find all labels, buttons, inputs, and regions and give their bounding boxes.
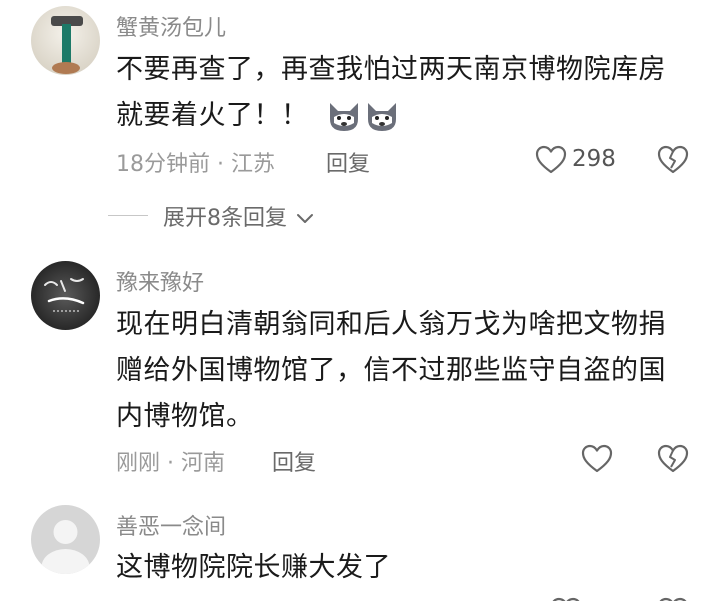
comment-text-line: 内博物馆。 [116,401,254,432]
avatar[interactable] [31,505,100,574]
comment-text: 不要再查了，再查我怕过两天南京博物院库房 就要着火了！！ [116,47,706,139]
comment-text: 现在明白清朝翁同和后人翁万戈为啥把文物捐 赠给外国博物馆了，信不过那些监守自盗的… [116,302,706,440]
comment-list: 蟹黄汤包儿 不要再查了，再查我怕过两天南京博物院库房 就要着火了！！ 18分钟前… [0,0,720,601]
username[interactable]: 蟹黄汤包儿 [116,10,226,42]
username[interactable]: 豫来豫好 [116,265,204,297]
comment-text-line: 就要着火了！！ [116,93,706,139]
default-user-avatar-image [31,505,100,574]
hammer-avatar-image [31,6,100,75]
comment-text-line: 赠给外国博物馆了，信不过那些监守自盗的国 [116,355,666,386]
comment-text-line: 不要再查了，再查我怕过两天南京博物院库房 [116,54,666,85]
broken-heart-icon[interactable] [657,145,689,175]
comment-text: 这博物院院长赚大发了 [116,545,706,591]
husky-dog-emoji-icon [367,102,396,131]
expand-replies-text: 展开8条回复 [163,206,287,231]
comment-time-location: 18分钟前 · 江苏 [116,152,275,177]
dark-calligraphy-avatar-image [31,261,100,330]
comment-text-line: 现在明白清朝翁同和后人翁万戈为啥把文物捐 [116,309,666,340]
comment-text-span: 就要着火了！！ [116,100,309,131]
reply-button[interactable]: 回复 [326,146,370,178]
comment-time-location: 刚刚 · 河南 [116,451,225,476]
avatar[interactable] [31,261,100,330]
comment-item: 蟹黄汤包儿 不要再查了，再查我怕过两天南京博物院库房 就要着火了！！ 18分钟前… [0,0,720,240]
comment-text-line: 这博物院院长赚大发了 [116,552,391,583]
husky-dog-emoji-icon [329,102,358,131]
chevron-down-icon [297,214,313,223]
like-count: 298 [572,146,616,172]
avatar[interactable] [31,6,100,75]
username[interactable]: 善恶一念间 [116,509,226,541]
comment-item: 善恶一念间 这博物院院长赚大发了 [0,505,720,601]
heart-outline-icon[interactable] [550,597,582,601]
heart-outline-icon[interactable] [535,145,567,175]
broken-heart-icon[interactable] [657,597,689,601]
heart-outline-icon[interactable] [581,444,613,474]
expand-replies-label: 展开8条回复 [163,200,314,232]
broken-heart-icon[interactable] [657,444,689,474]
reply-button[interactable]: 回复 [272,445,316,477]
comment-item: 豫来豫好 现在明白清朝翁同和后人翁万戈为啥把文物捐 赠给外国博物馆了，信不过那些… [0,255,720,495]
divider [108,215,148,216]
